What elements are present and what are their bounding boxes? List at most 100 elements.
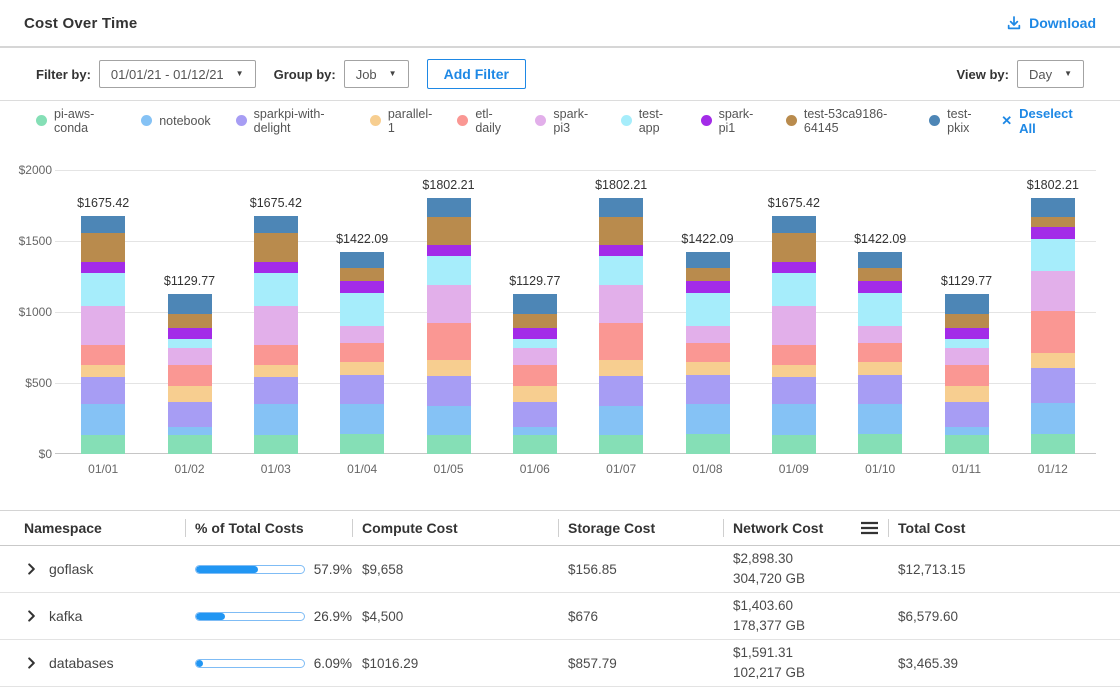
legend-item-notebook[interactable]: notebook [141,114,210,128]
bar-segment-test-app[interactable] [168,339,212,348]
bar-segment-spark-pi1[interactable] [168,328,212,339]
bar-segment-sparkpi-with-delight[interactable] [1031,368,1075,403]
bar-segment-test-app[interactable] [858,293,902,326]
bar-segment-test-app[interactable] [686,293,730,326]
bar-segment-etl-daily[interactable] [772,345,816,364]
bar-segment-test-pkix[interactable] [599,198,643,217]
legend-item-etl-daily[interactable]: etl-daily [457,107,510,135]
bar-segment-spark-pi1[interactable] [772,262,816,272]
bar-segment-test-app[interactable] [945,339,989,348]
bar-segment-spark-pi3[interactable] [254,306,298,346]
bar-segment-notebook[interactable] [686,404,730,435]
bar-segment-notebook[interactable] [945,427,989,435]
bar-segment-test-app[interactable] [254,273,298,306]
bar-segment-notebook[interactable] [513,427,557,435]
legend-item-sparkpi-with-delight[interactable]: sparkpi-with-delight [236,107,345,135]
bar-segment-notebook[interactable] [1031,403,1075,434]
bar-segment-pi-aws-conda[interactable] [945,435,989,454]
bar-segment-pi-aws-conda[interactable] [599,435,643,454]
bar-segment-parallel-1[interactable] [340,362,384,375]
bar-segment-etl-daily[interactable] [340,343,384,362]
bar-segment-spark-pi3[interactable] [945,348,989,365]
bar-segment-spark-pi3[interactable] [599,285,643,322]
bar-segment-spark-pi1[interactable] [81,262,125,272]
bar-segment-test-53ca9186-64145[interactable] [686,268,730,281]
bar-segment-spark-pi3[interactable] [772,306,816,346]
bar-segment-sparkpi-with-delight[interactable] [599,376,643,407]
bar-segment-test-pkix[interactable] [686,252,730,268]
bar-segment-notebook[interactable] [168,427,212,435]
bar-segment-spark-pi3[interactable] [858,326,902,343]
bar-segment-spark-pi3[interactable] [513,348,557,365]
expand-row-icon[interactable] [26,563,37,575]
column-menu-icon[interactable] [860,521,879,535]
bar-segment-test-pkix[interactable] [427,198,471,217]
bar-segment-test-53ca9186-64145[interactable] [513,314,557,327]
bar-segment-etl-daily[interactable] [254,345,298,364]
bar-segment-sparkpi-with-delight[interactable] [686,375,730,403]
bar-segment-etl-daily[interactable] [599,323,643,360]
bar-segment-test-53ca9186-64145[interactable] [858,268,902,281]
legend-item-test-pkix[interactable]: test-pkix [929,107,985,135]
date-range-dropdown[interactable]: 01/01/21 - 01/12/21 ▼ [99,60,256,88]
bar-segment-test-pkix[interactable] [1031,198,1075,217]
bar-segment-parallel-1[interactable] [1031,353,1075,367]
bar-segment-parallel-1[interactable] [945,386,989,402]
bar-segment-test-app[interactable] [513,339,557,348]
bar-segment-notebook[interactable] [772,404,816,434]
bar-segment-etl-daily[interactable] [858,343,902,362]
bar-segment-spark-pi3[interactable] [1031,271,1075,311]
bar-segment-spark-pi3[interactable] [686,326,730,343]
bar-segment-sparkpi-with-delight[interactable] [254,377,298,405]
bar-segment-etl-daily[interactable] [427,323,471,360]
bar-segment-etl-daily[interactable] [513,365,557,386]
bar-segment-spark-pi3[interactable] [427,285,471,322]
bar-segment-sparkpi-with-delight[interactable] [340,375,384,403]
bar-segment-parallel-1[interactable] [772,365,816,377]
bar-segment-test-53ca9186-64145[interactable] [81,233,125,262]
bar-segment-parallel-1[interactable] [254,365,298,377]
bar-segment-test-pkix[interactable] [340,252,384,268]
bar-segment-notebook[interactable] [81,404,125,434]
bar-segment-spark-pi1[interactable] [254,262,298,272]
bar-segment-test-pkix[interactable] [772,216,816,233]
bar-segment-sparkpi-with-delight[interactable] [858,375,902,403]
bar-segment-parallel-1[interactable] [513,386,557,402]
bar-segment-test-53ca9186-64145[interactable] [340,268,384,281]
bar-segment-parallel-1[interactable] [686,362,730,375]
bar-segment-test-app[interactable] [81,273,125,306]
legend-item-parallel-1[interactable]: parallel-1 [370,107,432,135]
bar-segment-pi-aws-conda[interactable] [858,434,902,454]
group-by-dropdown[interactable]: Job ▼ [344,60,409,88]
bar-segment-test-53ca9186-64145[interactable] [168,314,212,327]
expand-row-icon[interactable] [26,657,37,669]
legend-item-pi-aws-conda[interactable]: pi-aws-conda [36,107,116,135]
bar-segment-spark-pi3[interactable] [340,326,384,343]
bar-segment-test-53ca9186-64145[interactable] [599,217,643,245]
bar-segment-pi-aws-conda[interactable] [427,435,471,454]
legend-item-spark-pi1[interactable]: spark-pi1 [701,107,761,135]
bar-segment-sparkpi-with-delight[interactable] [81,377,125,405]
bar-segment-test-app[interactable] [1031,239,1075,271]
bar-segment-notebook[interactable] [599,406,643,435]
bar-segment-test-pkix[interactable] [168,294,212,315]
legend-item-spark-pi3[interactable]: spark-pi3 [535,107,595,135]
bar-segment-pi-aws-conda[interactable] [254,435,298,454]
bar-segment-etl-daily[interactable] [686,343,730,362]
bar-segment-pi-aws-conda[interactable] [168,435,212,454]
bar-segment-sparkpi-with-delight[interactable] [772,377,816,405]
bar-segment-notebook[interactable] [340,404,384,435]
bar-segment-test-pkix[interactable] [945,294,989,315]
bar-segment-parallel-1[interactable] [427,360,471,376]
bar-segment-test-53ca9186-64145[interactable] [945,314,989,327]
legend-item-test-app[interactable]: test-app [621,107,676,135]
bar-segment-parallel-1[interactable] [81,365,125,377]
legend-item-test-53ca9186-64145[interactable]: test-53ca9186-64145 [786,107,904,135]
bar-segment-spark-pi3[interactable] [81,306,125,346]
bar-segment-pi-aws-conda[interactable] [686,434,730,454]
deselect-all-button[interactable]: ✕ Deselect All [1001,106,1084,136]
bar-segment-etl-daily[interactable] [168,365,212,386]
bar-segment-sparkpi-with-delight[interactable] [168,402,212,427]
bar-segment-test-pkix[interactable] [81,216,125,233]
bar-segment-test-app[interactable] [772,273,816,306]
